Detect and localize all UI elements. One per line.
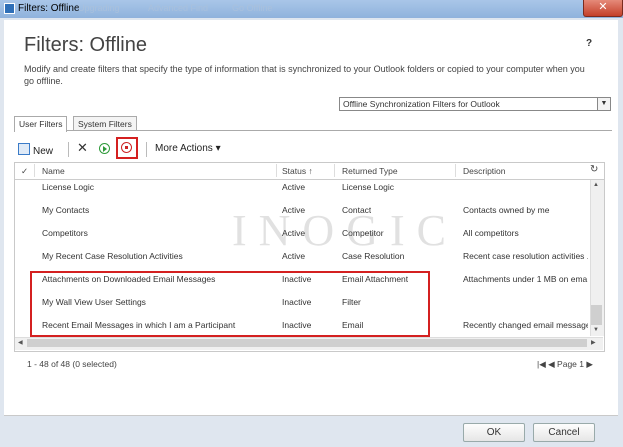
row-description: Recent case resolution activities ... bbox=[463, 251, 588, 261]
chevron-down-icon: ▾ bbox=[215, 143, 221, 154]
row-status: Active bbox=[282, 182, 306, 192]
watermark: INOGIC bbox=[232, 206, 458, 255]
row-description: All competitors bbox=[463, 228, 519, 238]
chevron-down-icon[interactable]: ▼ bbox=[597, 98, 610, 110]
window-titlebar: Filters: Offline Upgrading Advanced Find… bbox=[0, 0, 623, 19]
new-button[interactable]: New bbox=[18, 143, 53, 157]
row-description: Recently changed email message... bbox=[463, 320, 588, 330]
cancel-button[interactable]: Cancel bbox=[533, 423, 595, 442]
window-close-button[interactable]: ✕ bbox=[583, 0, 623, 17]
tab-user-filters[interactable]: User Filters bbox=[14, 116, 68, 132]
dialog-description: Modify and create filters that specify t… bbox=[24, 64, 585, 86]
column-header-status[interactable]: Status ↑ bbox=[282, 166, 313, 176]
pager: |◀ ◀ Page 1 ▶ bbox=[537, 359, 593, 370]
activate-icon[interactable] bbox=[99, 143, 110, 154]
more-actions-label: More Actions bbox=[155, 143, 213, 154]
next-page-icon[interactable]: ▶ bbox=[586, 359, 593, 369]
new-record-icon bbox=[18, 143, 30, 155]
scroll-up-icon[interactable]: ▲ bbox=[593, 182, 599, 188]
first-page-icon[interactable]: |◀ bbox=[537, 359, 546, 369]
page-title: Filters: Offline bbox=[24, 34, 147, 56]
record-count: 1 - 48 of 48 (0 selected) bbox=[27, 359, 117, 369]
column-separator bbox=[455, 164, 456, 177]
row-description: Attachments under 1 MB on ema... bbox=[463, 274, 588, 284]
filter-type-select-value: Offline Synchronization Filters for Outl… bbox=[343, 99, 500, 109]
toolbar-separator bbox=[68, 142, 69, 157]
filter-type-select[interactable]: Offline Synchronization Filters for Outl… bbox=[339, 97, 611, 111]
inactive-rows-highlight-box bbox=[30, 271, 430, 337]
column-header-returned-type[interactable]: Returned Type bbox=[342, 166, 398, 176]
tab-system-filters[interactable]: System Filters bbox=[73, 116, 137, 131]
table-row[interactable]: License Logic Active License Logic bbox=[15, 180, 590, 202]
help-icon[interactable]: ? bbox=[586, 38, 592, 49]
column-header-description[interactable]: Description bbox=[463, 166, 506, 176]
column-header-status-label: Status bbox=[282, 166, 307, 176]
tab-divider bbox=[14, 130, 612, 131]
sort-ascending-icon: ↑ bbox=[308, 166, 313, 176]
background-tab-go-offline: Go Offline bbox=[232, 3, 273, 13]
background-tab-advanced-find: Advanced Find bbox=[148, 3, 209, 13]
toolbar-separator bbox=[146, 142, 147, 157]
select-all-checkbox[interactable]: ✓ bbox=[21, 166, 28, 177]
row-returned-type: License Logic bbox=[342, 182, 394, 192]
refresh-icon[interactable]: ↻ bbox=[590, 164, 598, 175]
column-separator bbox=[334, 164, 335, 177]
window-title: Filters: Offline bbox=[18, 3, 80, 14]
deactivate-icon[interactable] bbox=[121, 142, 132, 153]
previous-page-icon[interactable]: ◀ bbox=[548, 359, 555, 369]
ok-button[interactable]: OK bbox=[463, 423, 525, 442]
app-icon bbox=[4, 3, 15, 14]
page-label: Page 1 bbox=[557, 359, 584, 369]
new-button-label: New bbox=[33, 146, 54, 157]
scroll-right-icon[interactable]: ▶ bbox=[591, 339, 596, 346]
column-header-name[interactable]: Name bbox=[42, 166, 65, 176]
footer-divider bbox=[4, 415, 618, 416]
column-separator bbox=[276, 164, 277, 177]
background-tab-upgrading: Upgrading bbox=[78, 3, 120, 13]
row-name[interactable]: License Logic bbox=[42, 182, 272, 192]
column-separator bbox=[34, 164, 35, 177]
row-description: Contacts owned by me bbox=[463, 205, 550, 215]
more-actions-button[interactable]: More Actions ▾ bbox=[155, 143, 221, 154]
vertical-scroll-thumb[interactable] bbox=[591, 305, 602, 325]
delete-icon[interactable]: ✕ bbox=[77, 140, 88, 156]
horizontal-scroll-thumb[interactable] bbox=[27, 339, 587, 347]
scroll-left-icon[interactable]: ◀ bbox=[18, 339, 23, 346]
scroll-down-icon[interactable]: ▼ bbox=[593, 327, 599, 333]
